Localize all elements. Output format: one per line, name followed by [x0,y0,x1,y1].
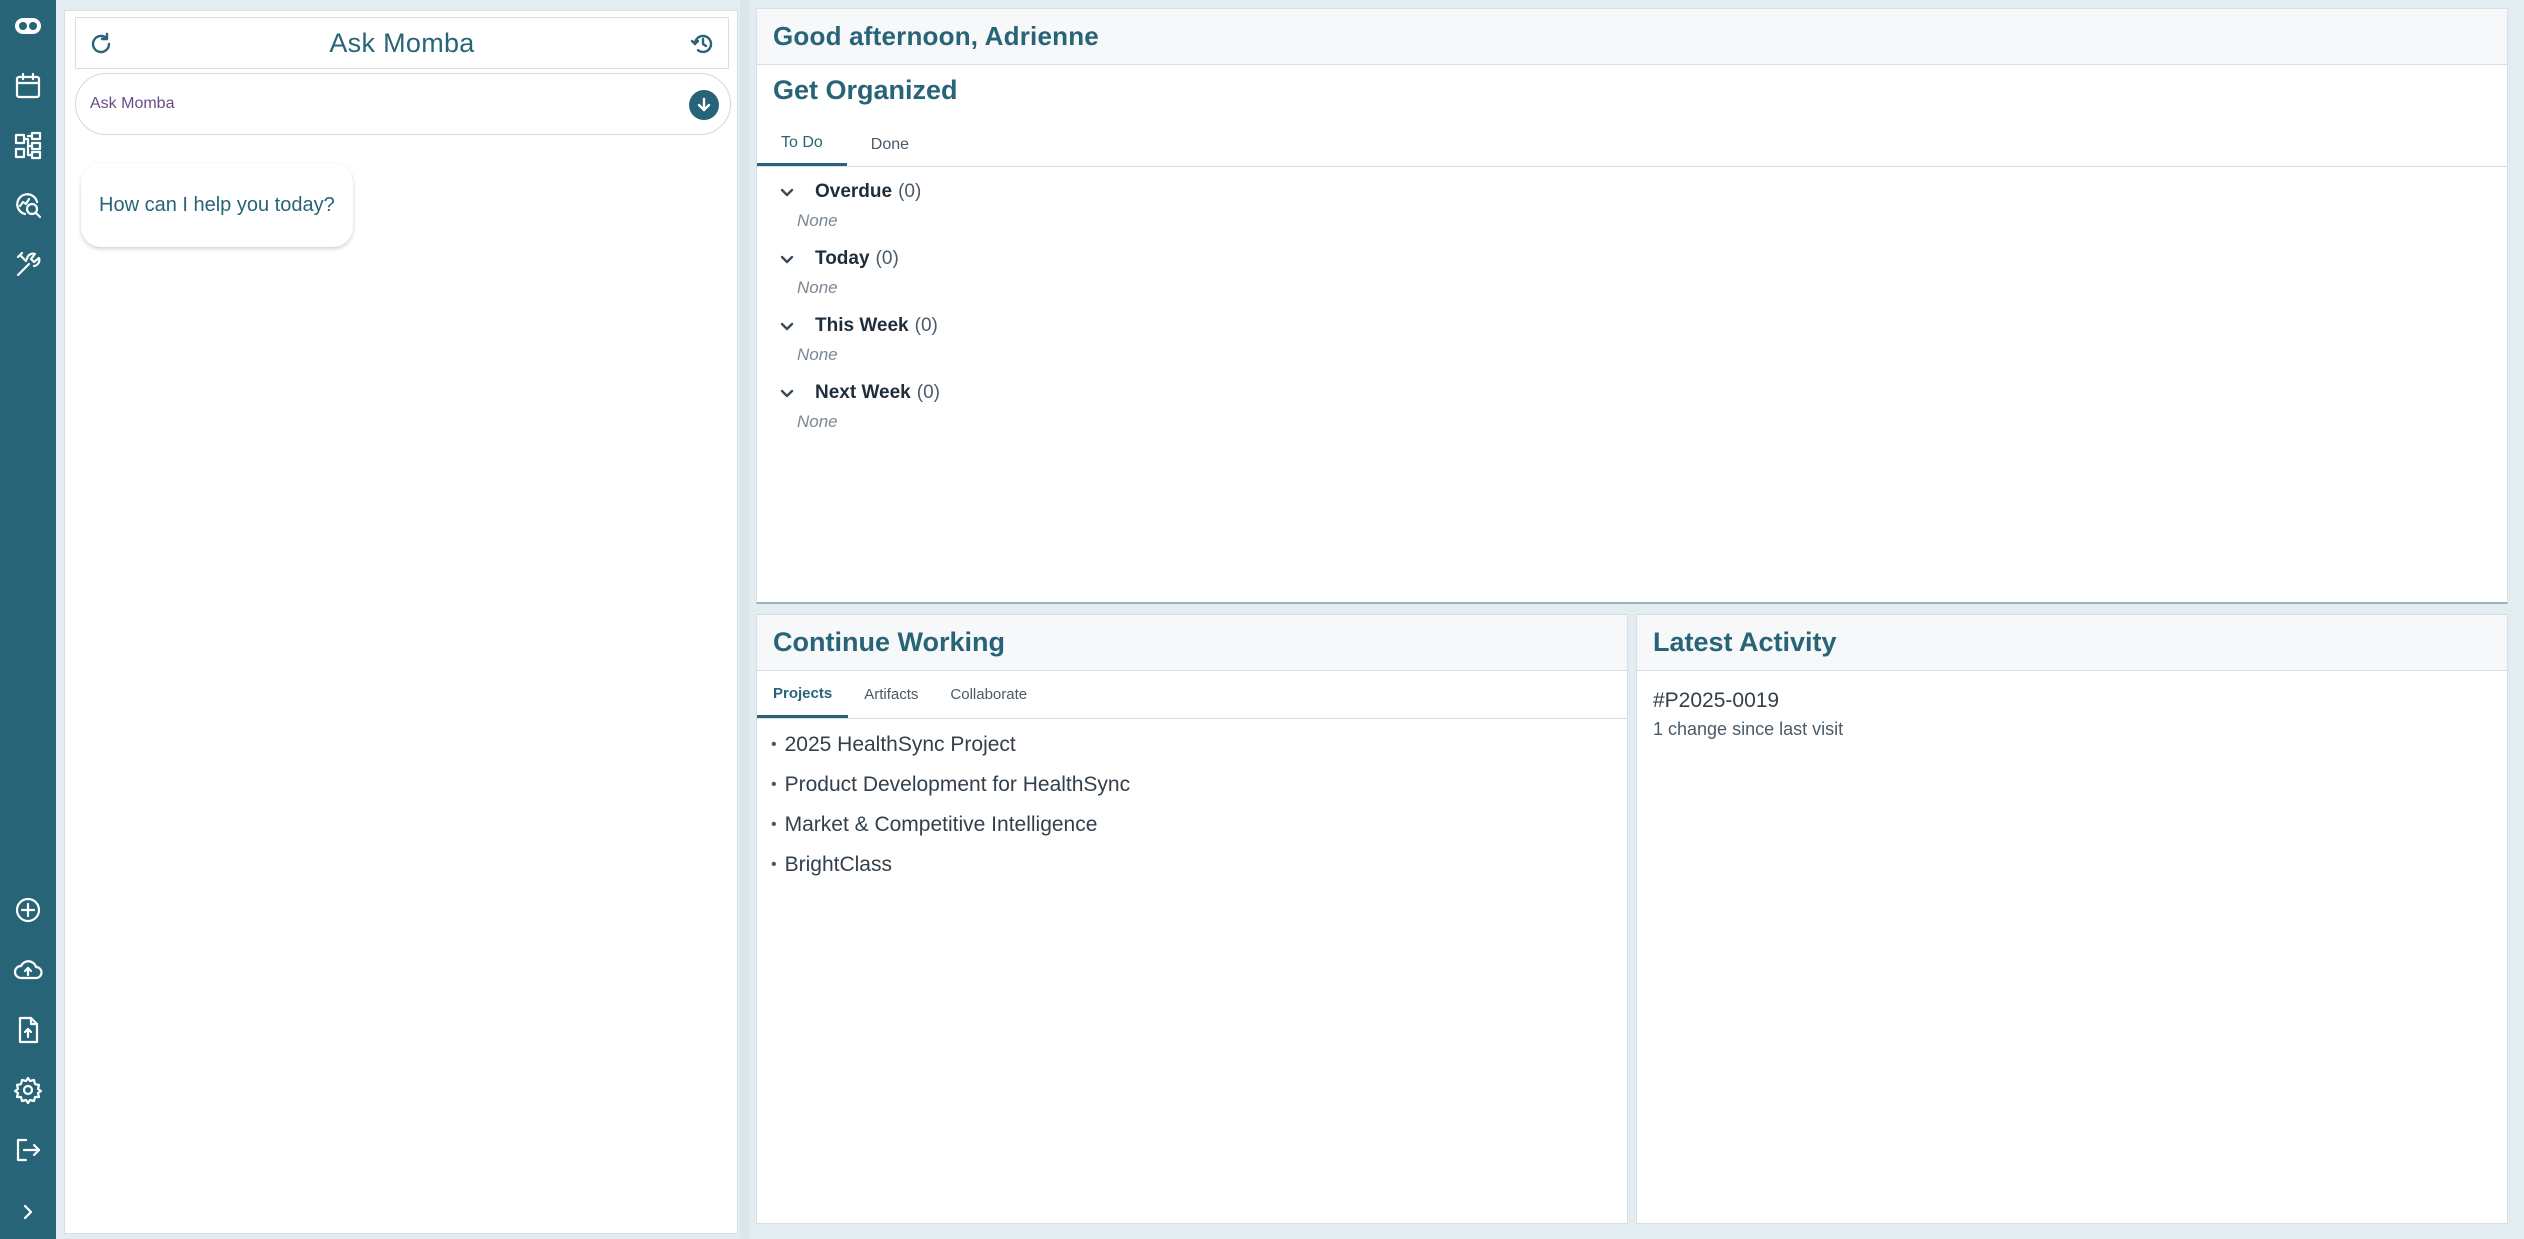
group-empty-text: None [797,345,838,364]
group-empty-text: None [797,211,838,230]
todo-group-this-week: This Week (0) None [775,311,938,365]
workflow-icon[interactable] [0,125,56,165]
tools-icon[interactable] [0,245,56,285]
todo-group-next-week: Next Week (0) None [775,378,940,432]
latest-activity-card: Latest Activity #P2025-0019 1 change sin… [1636,614,2508,1224]
group-name: Next Week [815,382,911,403]
project-list: 2025 HealthSync Project Product Developm… [771,725,1131,885]
activity-item-change: 1 change since last visit [1653,719,1844,739]
group-count: (0) [898,181,922,202]
project-item[interactable]: Product Development for HealthSync [771,765,1131,805]
continue-working-card: Continue Working Projects Artifacts Coll… [756,614,1628,1224]
chevron-down-icon[interactable] [775,314,799,338]
add-circle-icon[interactable] [0,890,56,930]
get-organized-title: Get Organized [773,75,958,105]
get-organized-card: Get Organized To Do Done Overdue (0) Non… [756,64,2508,604]
tab-collaborate[interactable]: Collaborate [934,671,1043,718]
panel-divider[interactable] [740,0,750,1239]
chat-input[interactable] [90,95,650,113]
organize-tabs: To Do Done [757,123,2507,167]
group-empty-text: None [797,412,838,431]
chevron-down-icon[interactable] [775,381,799,405]
latest-activity-header: Latest Activity [1637,615,2507,671]
todo-group-overdue: Overdue (0) None [775,177,921,231]
continue-working-header: Continue Working [757,615,1627,671]
expand-chevron-icon[interactable] [0,1192,56,1232]
activity-item-id[interactable]: #P2025-0019 [1653,689,1779,713]
settings-gear-icon[interactable] [0,1070,56,1110]
continue-working-title: Continue Working [773,627,1005,657]
cloud-upload-icon[interactable] [0,950,56,990]
chat-panel: Ask Momba How can I help you today? [64,10,738,1234]
logo-icon[interactable] [0,6,56,46]
group-name: This Week [815,315,909,336]
assistant-message-bubble: How can I help you today? [81,163,353,247]
tab-done[interactable]: Done [847,123,933,166]
group-name: Overdue [815,181,893,202]
project-item[interactable]: Market & Competitive Intelligence [771,805,1130,845]
chat-input-container [75,73,731,135]
project-item[interactable]: BrightClass [771,845,1130,885]
greeting-text: Good afternoon, Adrienne [773,21,1099,51]
group-count: (0) [875,248,899,269]
group-count: (0) [916,382,940,403]
continue-working-tabs: Projects Artifacts Collaborate [757,671,1627,719]
group-empty-text: None [797,278,838,297]
nav-rail [0,0,56,1239]
calendar-icon[interactable] [0,66,56,106]
chat-header: Ask Momba [75,17,729,69]
group-count: (0) [914,315,938,336]
refresh-icon[interactable] [86,29,116,59]
tab-artifacts[interactable]: Artifacts [848,671,934,718]
tab-projects[interactable]: Projects [757,671,849,718]
file-upload-icon[interactable] [0,1010,56,1050]
greeting-bar: Good afternoon, Adrienne [756,8,2508,64]
latest-activity-title: Latest Activity [1653,627,1837,657]
todo-group-today: Today (0) None [775,244,899,298]
project-item[interactable]: 2025 HealthSync Project [771,725,1130,765]
logout-icon[interactable] [0,1130,56,1170]
chevron-down-icon[interactable] [775,180,799,204]
tab-to-do[interactable]: To Do [757,123,847,166]
group-name: Today [815,248,870,269]
chevron-down-icon[interactable] [775,247,799,271]
arrow-down-icon [697,97,711,112]
history-icon[interactable] [688,29,718,59]
search-chart-icon[interactable] [0,185,56,225]
send-button[interactable] [689,90,719,120]
chat-title: Ask Momba [329,27,475,58]
